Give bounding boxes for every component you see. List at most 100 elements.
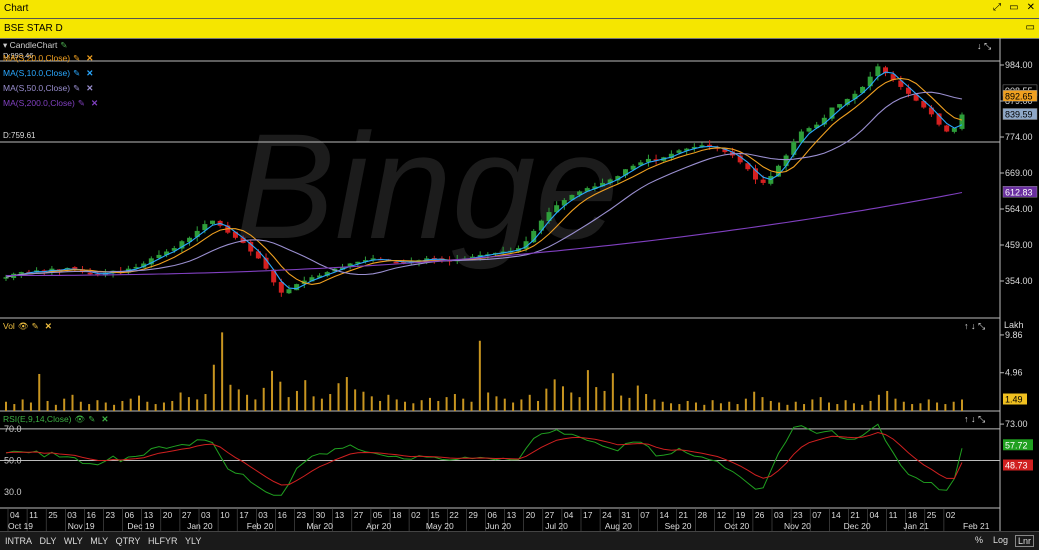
x-day-label: 25: [927, 510, 937, 520]
remove-icon[interactable]: ✕: [45, 321, 52, 331]
restore-icon[interactable]: ▭: [1009, 2, 1018, 13]
timeframe-intra[interactable]: INTRA: [5, 536, 32, 546]
edit-pencil-icon[interactable]: ✎: [73, 53, 80, 63]
legend-rsi[interactable]: RSI(E,9,14,Close) 👁 ✎ ✕: [3, 414, 109, 425]
timeframe-bar: INTRA DLY WLY MLY QTRY HLFYR YLY % Log L…: [0, 531, 1039, 550]
remove-icon[interactable]: ✕: [86, 83, 93, 93]
rsi-level-label: 50.0: [4, 456, 22, 466]
x-day-label: 20: [163, 510, 173, 520]
volume-tick-label: 4.96: [1005, 368, 1023, 378]
candle-body: [959, 114, 965, 129]
price-tick-label: 354.00: [1005, 276, 1033, 286]
edit-pencil-icon[interactable]: ✎: [60, 40, 67, 50]
popout-icon[interactable]: ⤢: [993, 2, 1001, 13]
edit-pencil-icon[interactable]: ✎: [73, 83, 80, 93]
rsi-pane-controls[interactable]: ↑ ↓ ⤡: [964, 414, 985, 425]
volume-pane-controls[interactable]: ↑ ↓ ⤡: [964, 321, 985, 332]
x-day-label: 18: [392, 510, 402, 520]
linear-scale-button[interactable]: Lnr: [1015, 535, 1035, 547]
x-day-label: 03: [258, 510, 268, 520]
legend-candlechart[interactable]: ▾ CandleChart ✎: [3, 40, 68, 51]
x-day-label: 02: [411, 510, 421, 520]
rsi-level-label: 70.0: [4, 424, 22, 434]
edit-pencil-icon[interactable]: ✎: [32, 321, 39, 331]
edit-pencil-icon[interactable]: ✎: [88, 414, 95, 424]
x-month-label: Feb 21: [963, 521, 990, 531]
timeframe-daily[interactable]: DLY: [40, 536, 57, 546]
x-day-label: 03: [201, 510, 211, 520]
expand-icon[interactable]: ⤡: [984, 41, 991, 51]
x-day-label: 21: [850, 510, 860, 520]
x-day-label: 27: [545, 510, 555, 520]
x-day-label: 15: [430, 510, 440, 520]
eye-icon[interactable]: 👁: [18, 321, 29, 331]
x-day-label: 13: [335, 510, 345, 520]
chart-area[interactable]: Binge 70.050.030.0 984.00879.00774.00669…: [0, 38, 1039, 531]
remove-icon[interactable]: ✕: [91, 98, 98, 108]
legend-ma20[interactable]: MA(S,20.0,Close) ✎ ✕: [3, 53, 93, 64]
log-scale-button[interactable]: Log: [993, 535, 1008, 545]
legend-ma200[interactable]: MA(S,200.0,Close) ✎ ✕: [3, 98, 98, 109]
x-month-label: Nov 20: [784, 521, 811, 531]
x-month-label: Jul 20: [545, 521, 568, 531]
timeframe-monthly[interactable]: MLY: [90, 536, 108, 546]
x-day-label: 27: [354, 510, 364, 520]
maximize-icon[interactable]: ▭: [1026, 22, 1035, 33]
candle-body: [875, 66, 881, 77]
move-down-icon[interactable]: ↓: [971, 321, 976, 331]
remove-icon[interactable]: ✕: [86, 53, 93, 63]
symbol-title: BSE STAR D: [4, 23, 63, 34]
eye-icon[interactable]: 👁: [75, 414, 86, 424]
x-month-label: Dec 20: [844, 521, 871, 531]
price-tick-label: 984.00: [1005, 60, 1033, 70]
collapse-icon[interactable]: ▾: [3, 40, 7, 50]
x-day-label: 29: [468, 510, 478, 520]
watermark: Binge: [235, 102, 619, 270]
legend-label: RSI(E,9,14,Close): [3, 414, 72, 424]
x-day-label: 17: [239, 510, 249, 520]
candle-body: [806, 128, 812, 132]
remove-icon[interactable]: ✕: [86, 68, 93, 78]
timeframe-weekly[interactable]: WLY: [64, 536, 83, 546]
legend-ma10[interactable]: MA(S,10.0,Close) ✎ ✕: [3, 68, 93, 79]
candle-body: [278, 281, 284, 293]
move-up-icon[interactable]: ↑: [964, 414, 969, 424]
x-month-label: Jun 20: [486, 521, 512, 531]
rsi-series: 70.0 50.0 30.0: [0, 423, 1000, 497]
price-badge-label: 892.65: [1005, 91, 1033, 101]
legend-ma50[interactable]: MA(S,50.0,Close) ✎ ✕: [3, 83, 93, 94]
rsi-badge-label: 48.73: [1005, 461, 1028, 471]
candle-body: [760, 179, 766, 183]
timeframe-halfyearly[interactable]: HLFYR: [148, 536, 178, 546]
rsi-badge-label: 57.72: [1005, 440, 1028, 450]
x-day-label: 26: [755, 510, 765, 520]
legend-label: MA(S,200.0,Close): [3, 98, 75, 108]
move-down-icon[interactable]: ↓: [971, 414, 976, 424]
x-day-label: 02: [946, 510, 956, 520]
legend-label: MA(S,50.0,Close): [3, 83, 71, 93]
x-month-label: Aug 20: [605, 521, 632, 531]
timeframe-yearly[interactable]: YLY: [185, 536, 201, 546]
percent-scale-button[interactable]: %: [975, 535, 983, 545]
edit-pencil-icon[interactable]: ✎: [73, 68, 80, 78]
price-badge-label: 612.83: [1005, 187, 1033, 197]
timeframe-quarterly[interactable]: QTRY: [116, 536, 141, 546]
candle-body: [209, 220, 215, 224]
move-down-icon[interactable]: ↓: [977, 41, 982, 51]
close-icon[interactable]: ✕: [1027, 2, 1035, 13]
x-month-label: Apr 20: [366, 521, 391, 531]
legend-label: Vol: [3, 321, 15, 331]
x-day-label: 12: [717, 510, 727, 520]
remove-icon[interactable]: ✕: [101, 414, 108, 424]
x-month-label: Jan 21: [903, 521, 929, 531]
x-day-label: 10: [220, 510, 230, 520]
expand-icon[interactable]: ⤡: [978, 414, 985, 424]
price-pane-controls[interactable]: ↓ ⤡: [977, 41, 991, 52]
x-month-label: Feb 20: [247, 521, 274, 531]
price-tick-label: 564.00: [1005, 204, 1033, 214]
edit-pencil-icon[interactable]: ✎: [78, 98, 85, 108]
expand-icon[interactable]: ⤡: [978, 321, 985, 331]
move-up-icon[interactable]: ↑: [964, 321, 969, 331]
x-day-label: 31: [621, 510, 631, 520]
legend-volume[interactable]: Vol 👁 ✎ ✕: [3, 321, 52, 332]
